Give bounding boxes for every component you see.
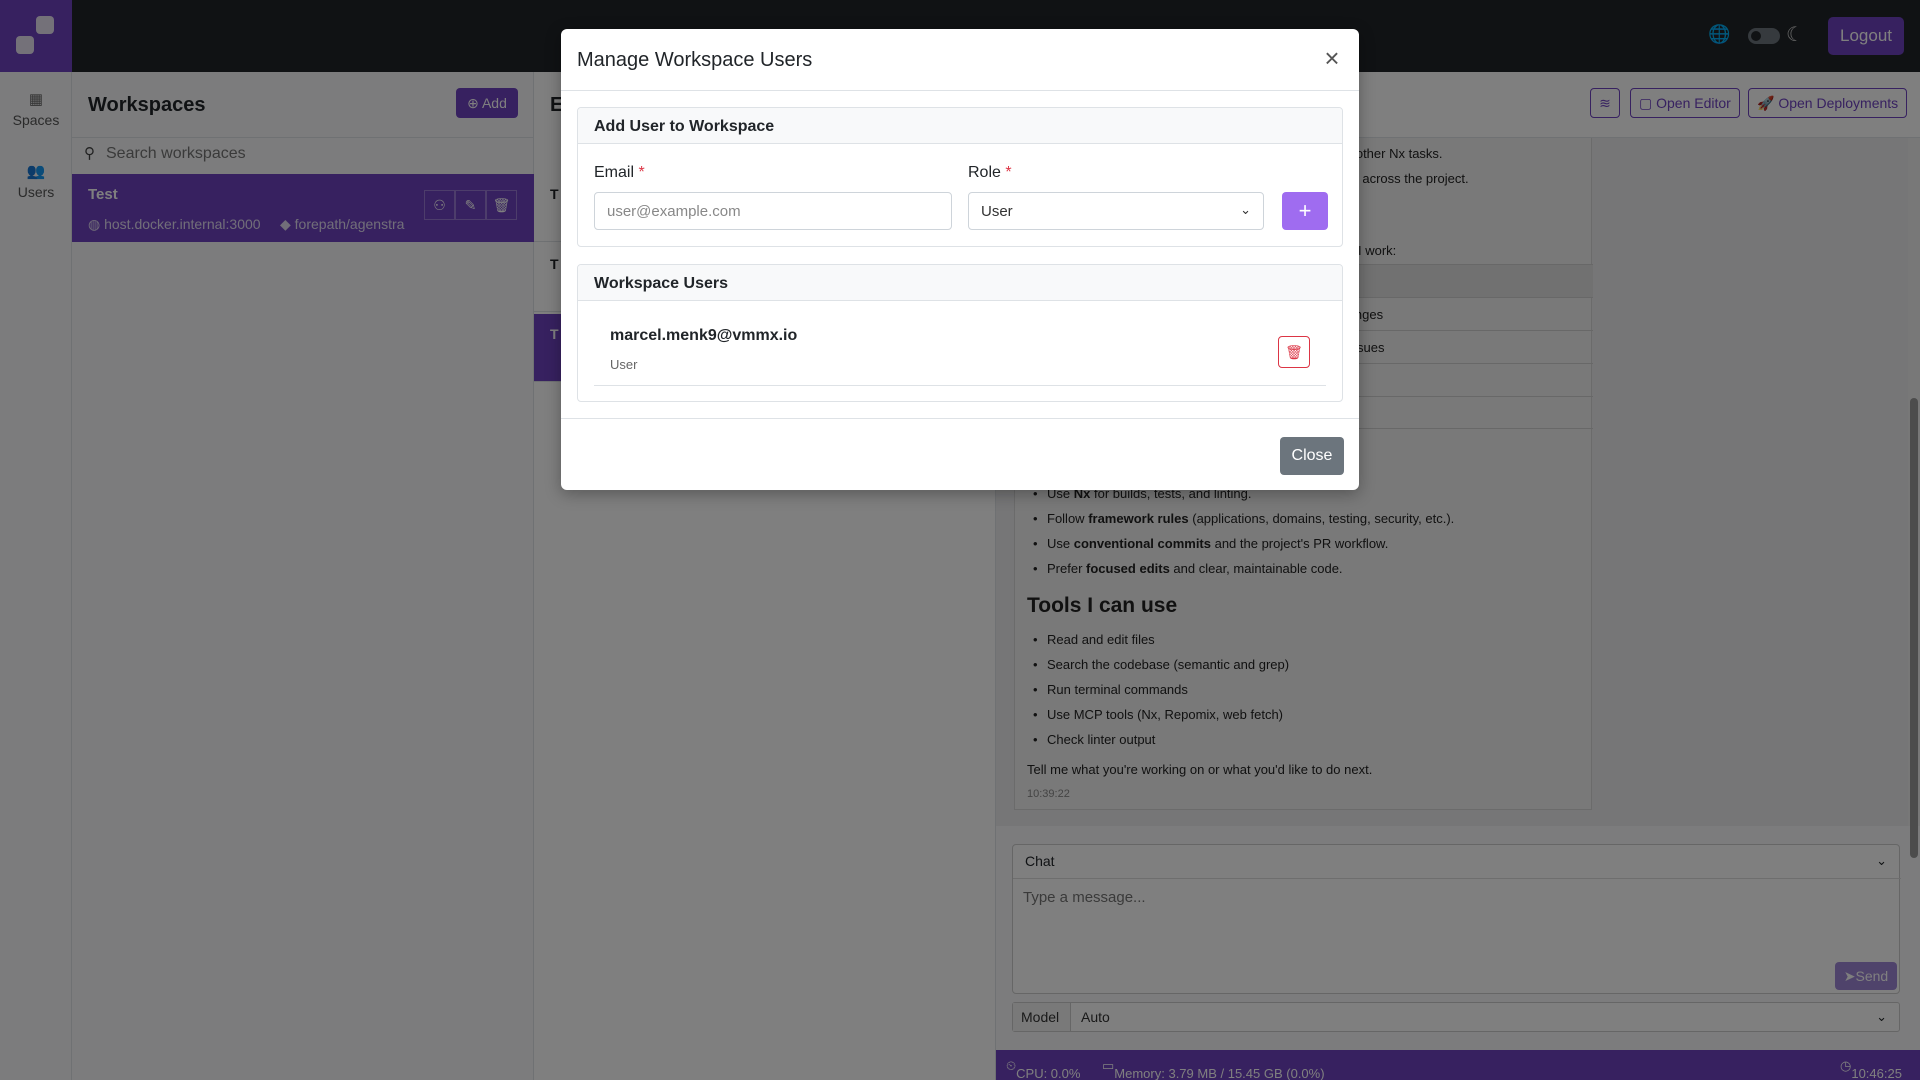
modal-title: Manage Workspace Users	[577, 49, 813, 71]
role-value: User	[981, 203, 1013, 220]
role-label: Role *	[968, 164, 1012, 181]
role-select[interactable]: User ⌄	[968, 192, 1264, 230]
add-user-card: Add User to Workspace Email * Role * Use…	[577, 107, 1343, 247]
workspace-users-heading: Workspace Users	[578, 265, 1342, 301]
email-label: Email *	[594, 164, 645, 181]
manage-users-modal: Manage Workspace Users × Add User to Wor…	[561, 29, 1359, 490]
add-user-heading: Add User to Workspace	[578, 108, 1342, 144]
trash-icon: 🗑	[1285, 344, 1303, 360]
chevron-down-icon: ⌄	[1240, 202, 1251, 217]
email-field[interactable]	[594, 192, 952, 230]
remove-user-button[interactable]: 🗑	[1278, 336, 1310, 368]
user-email: marcel.menk9@vmmx.io	[610, 327, 798, 344]
close-icon[interactable]: ×	[1319, 45, 1345, 71]
workspace-users-card: Workspace Users marcel.menk9@vmmx.io Use…	[577, 264, 1343, 402]
close-button[interactable]: Close	[1280, 437, 1344, 475]
user-role: User	[610, 357, 638, 372]
add-user-button[interactable]: +	[1282, 192, 1328, 230]
